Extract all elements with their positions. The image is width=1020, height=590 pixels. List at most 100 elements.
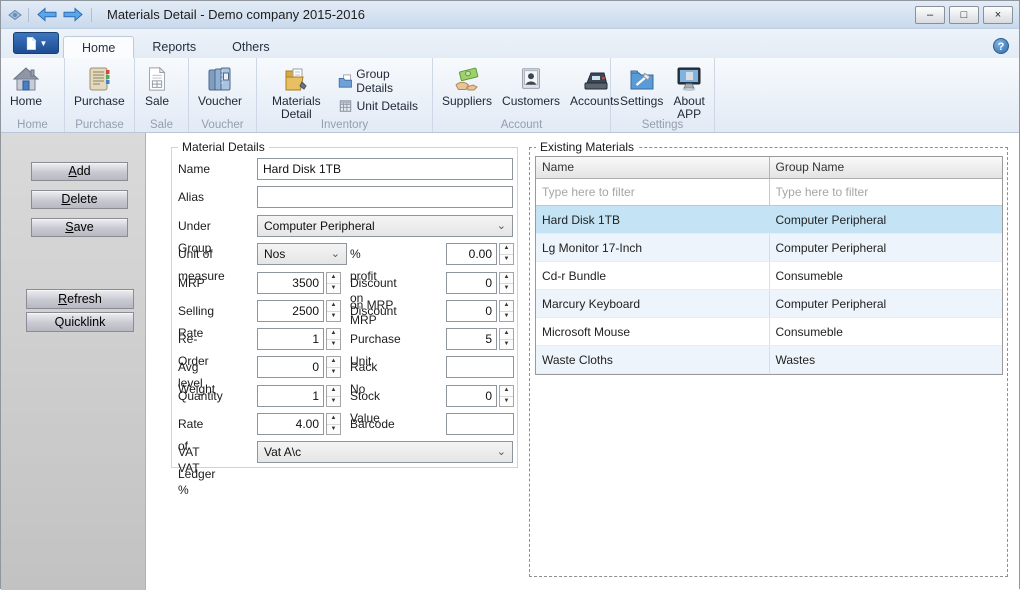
spin-down-button[interactable]: ▼ — [327, 312, 340, 322]
table-row[interactable]: Hard Disk 1TB Computer Peripheral — [536, 206, 1002, 234]
maximize-button[interactable]: □ — [949, 5, 979, 24]
spin-up-button[interactable]: ▲ — [500, 273, 513, 284]
purchase-unit-input[interactable] — [446, 328, 497, 350]
group-details-button[interactable]: Group Details — [338, 67, 428, 95]
suppliers-button[interactable]: Suppliers — [437, 61, 497, 110]
spin-up-button[interactable]: ▲ — [327, 357, 340, 368]
table-cell: Consumeble — [775, 269, 843, 283]
spin-down-button[interactable]: ▼ — [500, 340, 513, 350]
home-button[interactable]: Home — [5, 61, 47, 110]
spin-down-button[interactable]: ▼ — [327, 397, 340, 407]
materials-detail-button[interactable]: Materials Detail — [261, 61, 332, 123]
reorder-level-input[interactable] — [257, 328, 324, 350]
spin-up-button[interactable]: ▲ — [327, 329, 340, 340]
materials-rows: Hard Disk 1TB Computer Peripheral Lg Monit… — [536, 206, 1002, 374]
name-label: Name — [178, 162, 211, 176]
divider — [28, 7, 29, 22]
spin-down-button[interactable]: ▼ — [327, 368, 340, 378]
spin-up-button[interactable]: ▲ — [500, 329, 513, 340]
sale-button[interactable]: Sale — [139, 61, 175, 110]
spin-up-button[interactable]: ▲ — [327, 273, 340, 284]
quantity-label: Quantity — [178, 389, 223, 403]
ribbon-group-inventory: Materials Detail Group Details Unit Deta… — [257, 58, 433, 132]
table-row[interactable]: Waste Cloths Wastes — [536, 346, 1002, 374]
name-input[interactable] — [257, 158, 513, 180]
vat-ledger-combobox[interactable]: Vat A\c ⌄ — [257, 441, 513, 463]
alias-label: Alias — [178, 190, 205, 204]
table-row[interactable]: Cd-r Bundle Consumeble — [536, 262, 1002, 290]
close-button[interactable]: × — [983, 5, 1013, 24]
settings-button[interactable]: Settings — [615, 61, 668, 110]
existing-materials-legend: Existing Materials — [536, 140, 639, 154]
spin-up-button[interactable]: ▲ — [327, 414, 340, 425]
quicklink-button[interactable]: Quicklink — [26, 312, 134, 332]
unit-of-measure-combobox[interactable]: Nos ⌄ — [257, 243, 347, 265]
name-filter-input[interactable] — [536, 179, 769, 205]
back-arrow-icon[interactable] — [36, 7, 58, 22]
spin-up-button[interactable]: ▲ — [327, 301, 340, 312]
table-row[interactable]: Microsoft Mouse Consumeble — [536, 318, 1002, 346]
quantity-input[interactable] — [257, 385, 324, 407]
spin-down-button[interactable]: ▼ — [500, 397, 513, 407]
table-row[interactable]: Lg Monitor 17-Inch Computer Peripheral — [536, 234, 1002, 262]
ribbon-group-home: Home Home — [1, 58, 65, 132]
ribbon-group-account: Suppliers Customers Accounts Account — [433, 58, 619, 132]
chevron-down-icon: ▼ — [39, 38, 48, 48]
group-name-filter-input[interactable] — [769, 179, 1002, 205]
spin-down-button[interactable]: ▼ — [500, 284, 513, 294]
ribbon-group-settings: Settings About APP Settings — [611, 58, 715, 132]
forward-arrow-icon[interactable] — [62, 7, 84, 22]
voucher-button[interactable]: Voucher — [193, 61, 247, 110]
discount-spinner: ▲▼ — [446, 300, 514, 322]
profit-on-mrp-input[interactable] — [446, 243, 497, 265]
tab-others[interactable]: Others — [214, 36, 288, 58]
about-app-button[interactable]: About APP — [668, 61, 710, 123]
alias-input[interactable] — [257, 186, 513, 208]
refresh-button[interactable]: Refresh — [26, 289, 134, 309]
tab-reports[interactable]: Reports — [134, 36, 214, 58]
customers-button[interactable]: Customers — [497, 61, 565, 110]
spin-up-button[interactable]: ▲ — [500, 386, 513, 397]
reorder-level-spinner: ▲▼ — [257, 328, 341, 350]
discount-input[interactable] — [446, 300, 497, 322]
ribbon: Home Home Purchase Purchase Sale Sale Vo… — [1, 58, 1019, 133]
help-button[interactable]: ? — [993, 38, 1009, 54]
table-row[interactable]: Marcury Keyboard Computer Peripheral — [536, 290, 1002, 318]
titlebar: Materials Detail - Demo company 2015-201… — [1, 1, 1019, 29]
column-header-name[interactable]: Name — [536, 157, 770, 178]
selling-rate-input[interactable] — [257, 300, 324, 322]
chevron-down-icon: ⌄ — [496, 220, 506, 232]
column-header-group-name[interactable]: Group Name — [770, 157, 1003, 178]
spin-down-button[interactable]: ▼ — [500, 312, 513, 322]
rate-of-vat-input[interactable] — [257, 413, 324, 435]
discount-on-mrp-input[interactable] — [446, 272, 497, 294]
barcode-input[interactable] — [446, 413, 514, 435]
table-cell: Waste Cloths — [536, 346, 770, 373]
spin-up-button[interactable]: ▲ — [500, 244, 513, 255]
under-group-combobox[interactable]: Computer Peripheral ⌄ — [257, 215, 513, 237]
tab-strip: ▼ Home Reports Others ? — [1, 29, 1019, 58]
file-menu-button[interactable]: ▼ — [13, 32, 59, 54]
spin-up-button[interactable]: ▲ — [500, 301, 513, 312]
app-icon — [8, 9, 22, 20]
purchase-button[interactable]: Purchase — [69, 61, 130, 110]
spin-down-button[interactable]: ▼ — [327, 425, 340, 435]
tab-home[interactable]: Home — [63, 36, 135, 58]
spin-up-button[interactable]: ▲ — [327, 386, 340, 397]
spin-down-button[interactable]: ▼ — [327, 340, 340, 350]
spin-down-button[interactable]: ▼ — [500, 255, 513, 265]
material-details-panel: Material Details Name Alias Under Group … — [171, 140, 518, 497]
save-button[interactable]: Save — [31, 218, 128, 237]
unit-details-button[interactable]: Unit Details — [338, 99, 428, 113]
stock-value-input[interactable] — [446, 385, 497, 407]
avg-weight-input[interactable] — [257, 356, 324, 378]
minimize-button[interactable]: – — [915, 5, 945, 24]
mrp-spinner: ▲▼ — [257, 272, 341, 294]
rack-no-input[interactable] — [446, 356, 514, 378]
spin-down-button[interactable]: ▼ — [327, 284, 340, 294]
add-button[interactable]: Add — [31, 162, 128, 181]
materials-filter-row — [536, 179, 1002, 206]
mrp-input[interactable] — [257, 272, 324, 294]
delete-button[interactable]: Delete — [31, 190, 128, 209]
rate-of-vat-spinner: ▲▼ — [257, 413, 341, 435]
